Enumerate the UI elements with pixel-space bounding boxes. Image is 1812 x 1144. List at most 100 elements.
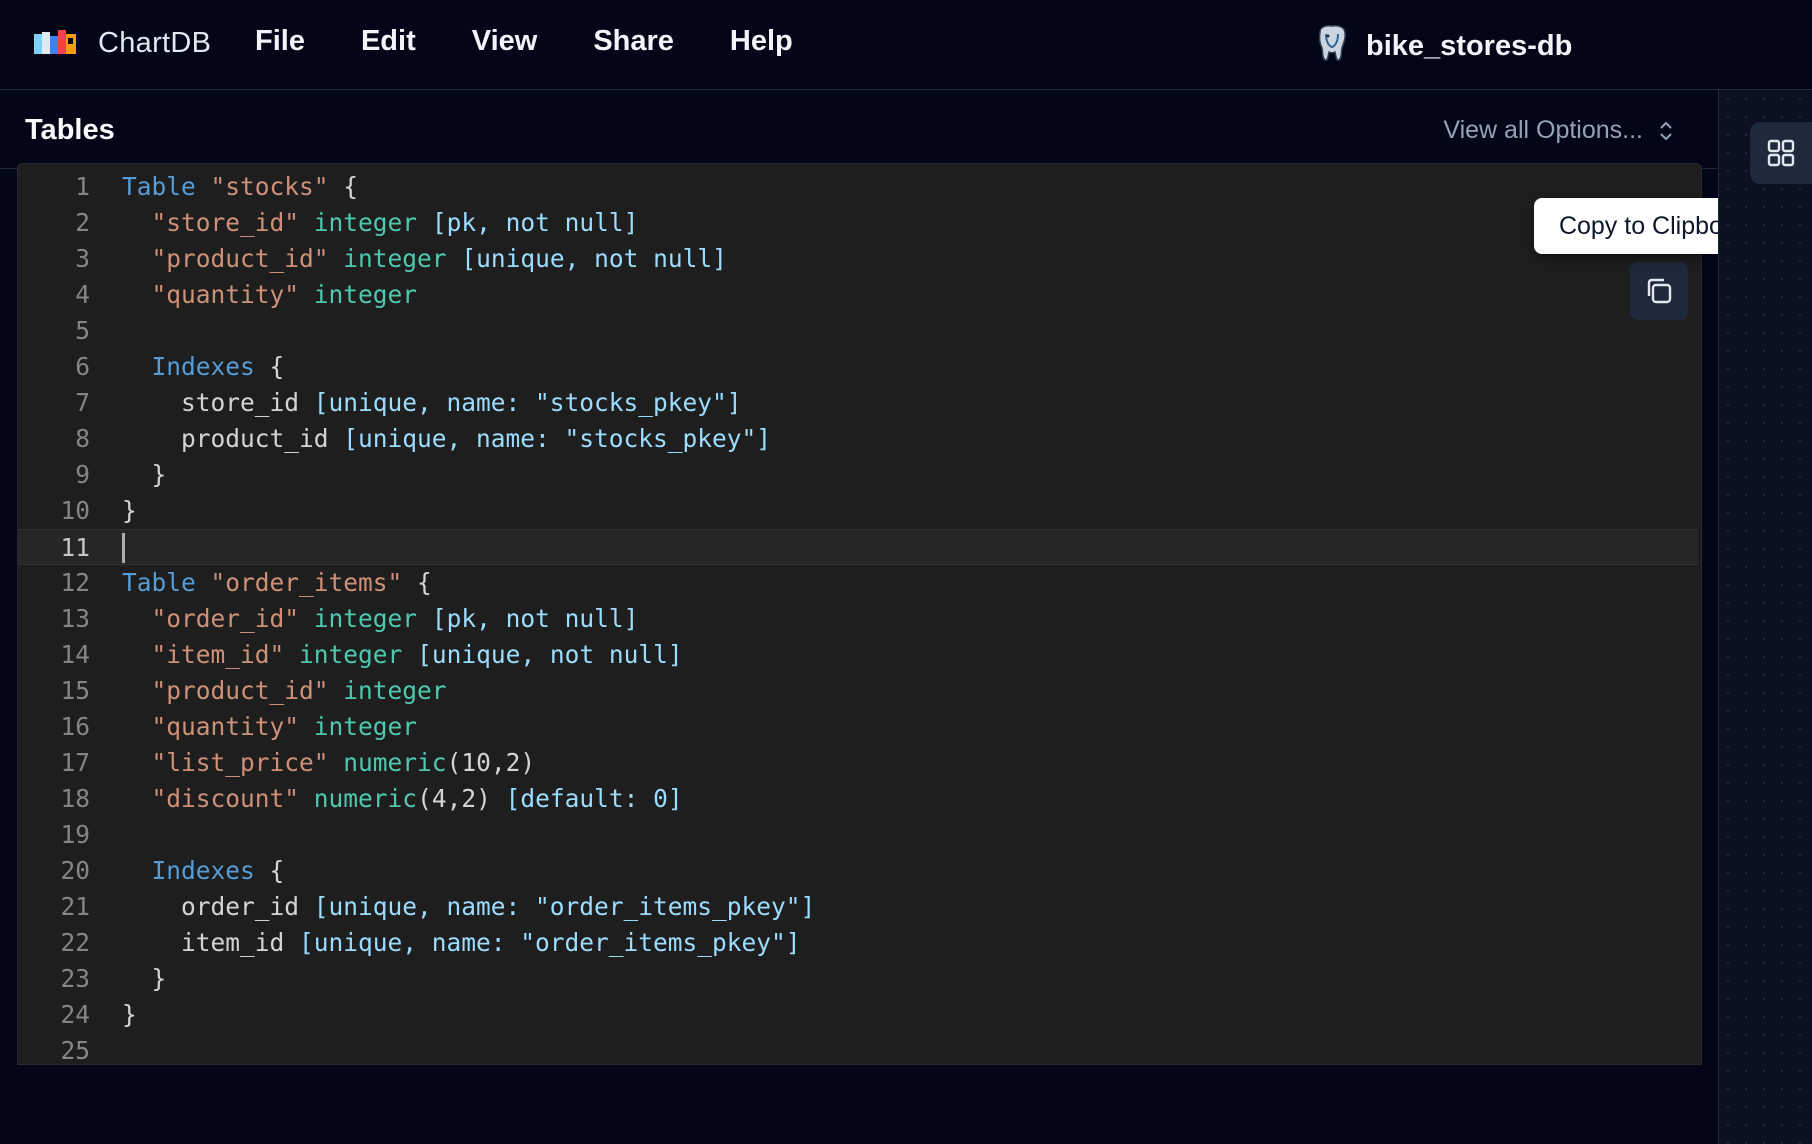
code-token: [unique, name:	[313, 388, 536, 417]
chartdb-logo[interactable]	[34, 30, 80, 60]
code-token: (10,2)	[446, 748, 536, 777]
code-token: {	[328, 172, 359, 201]
panel-title: Tables	[25, 114, 115, 146]
code-text: }	[122, 961, 167, 997]
code-line[interactable]: 11	[18, 529, 1698, 565]
code-token: [pk, not null]	[431, 604, 639, 633]
code-token: [unique, not null]	[417, 640, 683, 669]
code-line[interactable]: 1 Table "stocks" {	[18, 169, 1698, 205]
code-line[interactable]: 23 }	[18, 961, 1698, 997]
code-line[interactable]: 5	[18, 313, 1698, 349]
code-line[interactable]: 4 "quantity" integer	[18, 277, 1698, 313]
dbml-code-editor[interactable]: 1 Table "stocks" {2 "store_id" integer [p…	[17, 163, 1702, 1065]
code-token: [unique, name:	[313, 892, 536, 921]
menu-file[interactable]: File	[255, 25, 305, 58]
line-number: 17	[60, 748, 90, 777]
code-token: "product_id"	[151, 676, 329, 705]
canvas-strip	[1718, 90, 1812, 1144]
code-token: "stocks"	[210, 172, 329, 201]
menu-help[interactable]: Help	[730, 25, 793, 58]
code-line[interactable]: 25	[18, 1033, 1698, 1065]
code-token: "order_id"	[151, 604, 300, 633]
line-number: 20	[60, 856, 90, 885]
code-token: [pk, not null]	[431, 208, 639, 237]
line-number: 4	[75, 280, 90, 309]
code-token: [unique, not null]	[461, 244, 727, 273]
line-number: 22	[60, 928, 90, 957]
code-token: }	[122, 964, 167, 993]
line-number: 23	[60, 964, 90, 993]
code-text: "order_id" integer [pk, not null]	[122, 601, 639, 637]
line-number: 7	[75, 388, 90, 417]
code-text: }	[122, 493, 137, 529]
code-token: Table	[122, 172, 196, 201]
code-line[interactable]: 14 "item_id" integer [unique, not null]	[18, 637, 1698, 673]
copy-button[interactable]	[1630, 262, 1688, 320]
code-line[interactable]: 12 Table "order_items" {	[18, 565, 1698, 601]
code-token: "store_id"	[151, 208, 300, 237]
code-text: order_id [unique, name: "order_items_pke…	[122, 889, 815, 925]
menu-view[interactable]: View	[472, 25, 538, 58]
code-text: "item_id" integer [unique, not null]	[122, 637, 683, 673]
code-line[interactable]: 24}	[18, 997, 1698, 1033]
code-line[interactable]: 19	[18, 817, 1698, 853]
code-text: "quantity" integer	[122, 277, 418, 313]
menu-share[interactable]: Share	[593, 25, 674, 58]
code-token: integer	[343, 244, 447, 273]
code-token: Indexes	[151, 856, 255, 885]
code-token: "stocks_pkey"	[535, 388, 727, 417]
line-number: 25	[60, 1036, 90, 1065]
line-number: 9	[75, 460, 90, 489]
code-token: "order_items"	[210, 568, 403, 597]
code-token: {	[254, 856, 285, 885]
code-line[interactable]: 2 "store_id" integer [pk, not null]	[18, 205, 1698, 241]
code-line[interactable]: 20 Indexes {	[18, 853, 1698, 889]
code-line[interactable]: 7 store_id [unique, name: "stocks_pkey"]	[18, 385, 1698, 421]
line-number: 14	[60, 640, 90, 669]
view-options-select[interactable]: View all Options...	[1443, 116, 1673, 145]
code-token: numeric	[343, 748, 447, 777]
chevron-up-down-icon	[1660, 121, 1672, 140]
database-name: bike_stores-db	[1366, 30, 1573, 62]
code-line[interactable]: 17 "list_price" numeric(10,2)	[18, 745, 1698, 781]
code-line[interactable]: 6 Indexes {	[18, 349, 1698, 385]
code-line[interactable]: 18 "discount" numeric(4,2) [default: 0]	[18, 781, 1698, 817]
code-line[interactable]: 9 }	[18, 457, 1698, 493]
code-token: ]	[785, 928, 801, 957]
code-line[interactable]: 8 product_id [unique, name: "stocks_pkey…	[18, 421, 1698, 457]
options-label: View all Options...	[1443, 116, 1643, 144]
code-text: "quantity" integer	[122, 709, 418, 745]
grid-toggle-button[interactable]	[1750, 122, 1812, 184]
code-text: Table "stocks" {	[122, 169, 358, 205]
code-line[interactable]: 16 "quantity" integer	[18, 709, 1698, 745]
menu-edit[interactable]: Edit	[361, 25, 416, 58]
line-number: 2	[75, 208, 90, 237]
code-token: integer	[343, 676, 447, 705]
code-line[interactable]: 22 item_id [unique, name: "order_items_p…	[18, 925, 1698, 961]
code-line[interactable]: 3 "product_id" integer [unique, not null…	[18, 241, 1698, 277]
code-line[interactable]: 13 "order_id" integer [pk, not null]	[18, 601, 1698, 637]
code-line[interactable]: 21 order_id [unique, name: "order_items_…	[18, 889, 1698, 925]
code-text: Indexes {	[122, 349, 285, 385]
code-token: "item_id"	[151, 640, 285, 669]
database-title[interactable]: bike_stores-db	[1312, 24, 1572, 69]
code-token: product_id	[122, 424, 344, 453]
code-token: {	[402, 568, 432, 597]
code-token: ]	[756, 424, 772, 453]
code-line[interactable]: 10}	[18, 493, 1698, 529]
code-text: "discount" numeric(4,2) [default: 0]	[122, 781, 683, 817]
code-token: "order_items_pkey"	[535, 892, 801, 921]
line-number: 1	[75, 172, 90, 201]
code-line[interactable]: 15 "product_id" integer	[18, 673, 1698, 709]
postgresql-elephant-icon	[1312, 24, 1352, 69]
